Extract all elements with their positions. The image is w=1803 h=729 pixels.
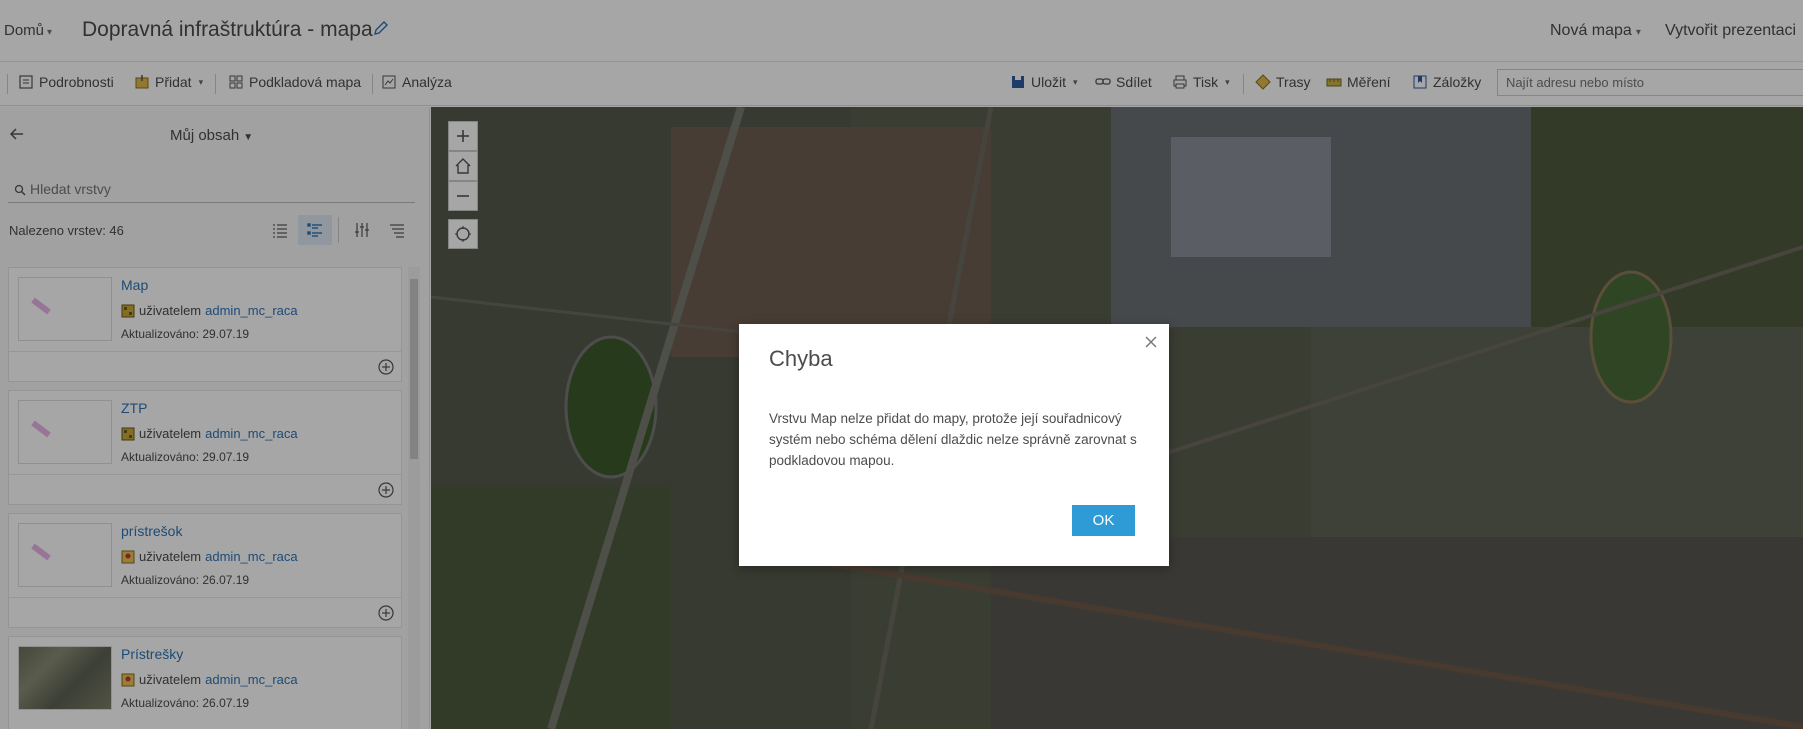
error-dialog: Chyba Vrstvu Map nelze přidat do mapy, p…: [739, 324, 1169, 566]
close-icon[interactable]: [1143, 334, 1159, 350]
dialog-title: Chyba: [769, 346, 833, 371]
ok-button[interactable]: OK: [1072, 505, 1135, 536]
dialog-message: Vrstvu Map nelze přidat do mapy, protože…: [769, 411, 1137, 468]
